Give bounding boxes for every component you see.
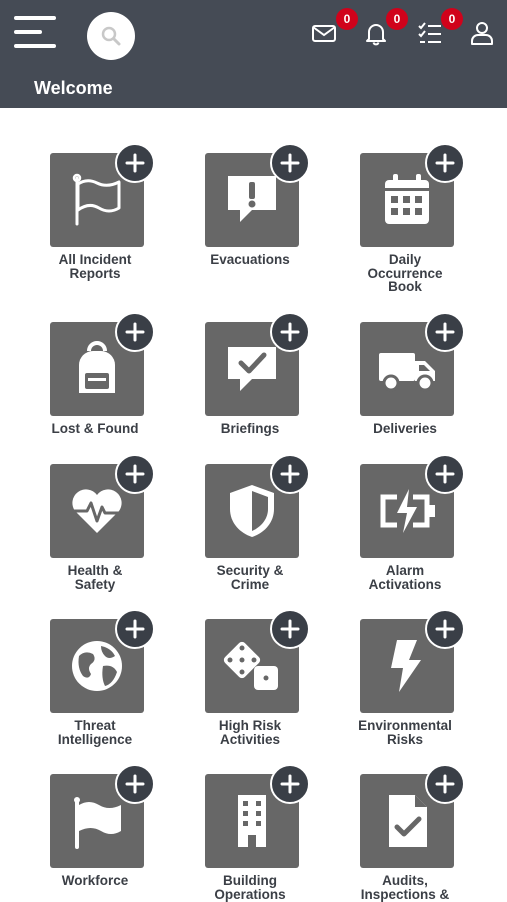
checklist-icon [418,22,441,43]
plus-icon [280,153,300,173]
search-icon [101,26,121,46]
add-button[interactable] [115,454,155,494]
add-button[interactable] [425,312,465,352]
notifications-badge: 0 [386,8,408,30]
check-bubble-icon [228,347,276,391]
plus-icon [435,464,455,484]
bell-icon [366,24,386,46]
truck-icon [379,353,435,392]
plus-icon [280,322,300,342]
battery-bolt-icon [380,489,435,533]
document-check-icon [389,795,427,847]
tile-label: Lost & Found [51,421,139,436]
waving-flag-icon [74,797,121,849]
tile-label: Briefings [220,421,280,436]
add-button[interactable] [425,454,465,494]
envelope-icon [312,25,336,42]
plus-icon [125,774,145,794]
add-button[interactable] [270,312,310,352]
tile-label: Threat Intelligence [57,718,133,747]
tasks-badge: 0 [441,8,463,30]
plus-icon [125,322,145,342]
app-header: 0 0 0 Welcome [0,0,507,108]
tile-label: Deliveries [373,421,437,436]
search-button[interactable] [87,12,135,60]
tile-label: Alarm Activations [368,563,442,592]
add-button[interactable] [115,312,155,352]
calendar-icon [385,174,429,224]
add-button[interactable] [115,764,155,804]
plus-icon [435,774,455,794]
tile-label: Audits, Inspections & [360,873,450,902]
page-title: Welcome [34,78,113,98]
globe-icon [72,641,122,691]
plus-icon [280,774,300,794]
plus-icon [125,153,145,173]
dice-icon [223,641,278,690]
notifications-button[interactable] [363,20,389,46]
tile-label: Health & Safety [67,563,123,592]
profile-button[interactable] [469,20,495,46]
building-icon [238,795,266,847]
plus-icon [280,464,300,484]
add-button[interactable] [270,454,310,494]
menu-icon[interactable] [14,16,56,50]
messages-badge: 0 [336,8,358,30]
messages-button[interactable] [311,20,337,46]
plus-icon [125,619,145,639]
category-grid: All Incident Reports Evacuations Daily O… [0,108,507,902]
heartbeat-icon [72,489,122,533]
tile-label: All Incident Reports [58,252,132,281]
tile-label: Environmental Risks [358,718,452,747]
add-button[interactable] [425,764,465,804]
add-button[interactable] [270,609,310,649]
exclamation-bubble-icon [228,176,276,222]
plus-icon [280,619,300,639]
lightning-icon [391,640,421,692]
tile-label: Building Operations [214,873,286,902]
tile-label: Security & Crime [216,563,284,592]
plus-icon [435,619,455,639]
add-button[interactable] [425,143,465,183]
add-button[interactable] [270,764,310,804]
tile-label: Evacuations [210,252,290,267]
add-button[interactable] [270,143,310,183]
add-button[interactable] [115,143,155,183]
plus-icon [125,464,145,484]
tasks-button[interactable] [417,20,443,46]
plus-icon [435,322,455,342]
plus-icon [435,153,455,173]
user-icon [471,22,493,45]
flag-icon [72,173,121,226]
shield-icon [230,485,274,537]
add-button[interactable] [425,609,465,649]
tile-label: Workforce [61,873,129,888]
tile-label: High Risk Activities [218,718,282,747]
add-button[interactable] [115,609,155,649]
tile-label: Daily Occurrence Book [367,252,443,294]
backpack-icon [79,341,115,393]
